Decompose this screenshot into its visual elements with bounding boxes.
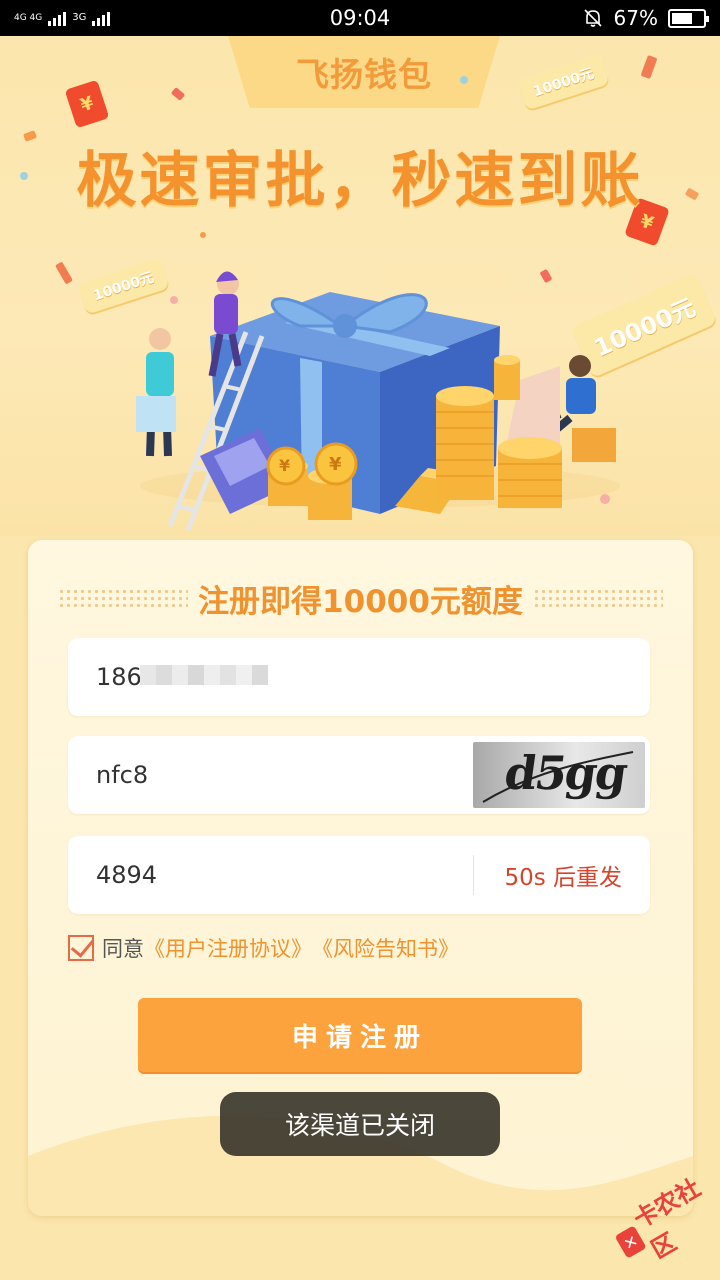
captcha-image[interactable]: d5gg [473,742,645,808]
user-agreement-link[interactable]: 《用户注册协议》 [144,933,312,963]
signal-bars-icon-2 [92,10,111,26]
phone-input[interactable] [68,638,148,716]
form-title: 注册即得10000元额度 [198,584,523,620]
mute-bell-icon [583,9,602,27]
captcha-input[interactable] [68,736,473,814]
risk-notice-link[interactable]: 《风险告知书》 [312,933,459,963]
agreement-checkbox[interactable] [68,935,94,961]
form-title-row: 注册即得10000元额度 [28,576,693,621]
title-dots-right [532,587,663,610]
register-button[interactable]: 申请注册 [138,998,582,1072]
phone-field[interactable] [68,638,650,716]
network-type-label: 4G 4G [14,13,43,23]
resend-code-button[interactable]: 50s 后重发 [473,855,650,895]
promo-banner: 飞扬钱包 ¥ ¥ 极速审批，秒速到账 10000元 10000元 10000元 [0,36,720,536]
gift-illustration [136,271,620,531]
title-dots-left [58,587,189,610]
battery-icon [668,8,709,28]
agree-prefix: 同意 [102,937,144,961]
battery-percent: 67% [613,6,658,30]
coin-symbol: ¥ [279,456,291,475]
redacted-mosaic [140,665,268,685]
sms-code-input[interactable] [68,836,474,914]
status-bar: 4G 4G 3G 09:04 67% [0,0,720,36]
toast-message: 该渠道已关闭 [220,1092,500,1156]
coin-symbol: ¥ [329,454,342,475]
signal-bars-icon [48,10,67,26]
agreement-row: 同意 《用户注册协议》 《风险告知书》 [68,933,459,963]
signal-indicators: 4G 4G 3G [14,10,111,26]
image-captcha-field[interactable]: d5gg [68,736,650,814]
sms-code-field[interactable]: 50s 后重发 [68,836,650,914]
network-type-label-2: 3G [72,12,87,23]
